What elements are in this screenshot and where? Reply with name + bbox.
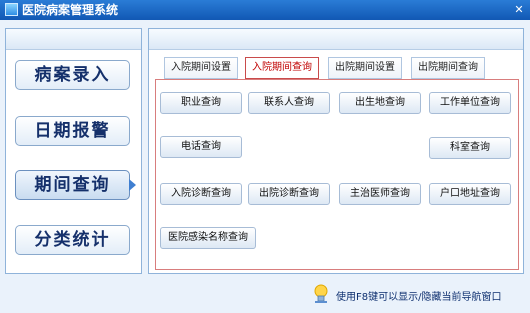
household-address-query-button[interactable]: 户口地址查询: [429, 183, 511, 205]
tab-discharge-period-query[interactable]: 出院期间查询: [411, 57, 485, 79]
occupation-query-button[interactable]: 职业查询: [160, 92, 242, 114]
lightbulb-icon: [314, 284, 328, 303]
attending-physician-query-button[interactable]: 主治医师查询: [339, 183, 421, 205]
phone-query-button[interactable]: 电话查询: [160, 136, 242, 158]
nav-category-stats-button[interactable]: 分类统计: [15, 225, 130, 255]
tab-admission-period-query[interactable]: 入院期间查询: [245, 57, 319, 79]
nav-period-query-button[interactable]: 期间查询: [15, 170, 130, 200]
close-icon[interactable]: ✕: [512, 3, 526, 17]
content-panel-header: [149, 29, 523, 50]
admission-diagnosis-query-button[interactable]: 入院诊断查询: [160, 183, 242, 205]
contact-query-button[interactable]: 联系人查询: [248, 92, 330, 114]
status-bar: 使用F8键可以显示/隐藏当前导航窗口: [0, 276, 530, 313]
active-nav-pointer-icon: [129, 179, 136, 191]
hospital-infection-query-button[interactable]: 医院感染名称查询: [160, 227, 256, 249]
window-title: 医院病案管理系统: [22, 3, 119, 17]
tab-admission-period-setting[interactable]: 入院期间设置: [164, 57, 238, 79]
title-bar: 医院病案管理系统 ✕: [0, 0, 530, 20]
tab-discharge-period-setting[interactable]: 出院期间设置: [328, 57, 402, 79]
nav-case-entry-button[interactable]: 病案录入: [15, 60, 130, 90]
app-icon: [5, 3, 18, 16]
nav-date-alert-button[interactable]: 日期报警: [15, 116, 130, 146]
birthplace-query-button[interactable]: 出生地查询: [339, 92, 421, 114]
nav-panel-header: [6, 29, 141, 50]
f8-hint-text: 使用F8键可以显示/隐藏当前导航窗口: [336, 292, 502, 303]
department-query-button[interactable]: 科室查询: [429, 137, 511, 159]
employer-query-button[interactable]: 工作单位查询: [429, 92, 511, 114]
discharge-diagnosis-query-button[interactable]: 出院诊断查询: [248, 183, 330, 205]
